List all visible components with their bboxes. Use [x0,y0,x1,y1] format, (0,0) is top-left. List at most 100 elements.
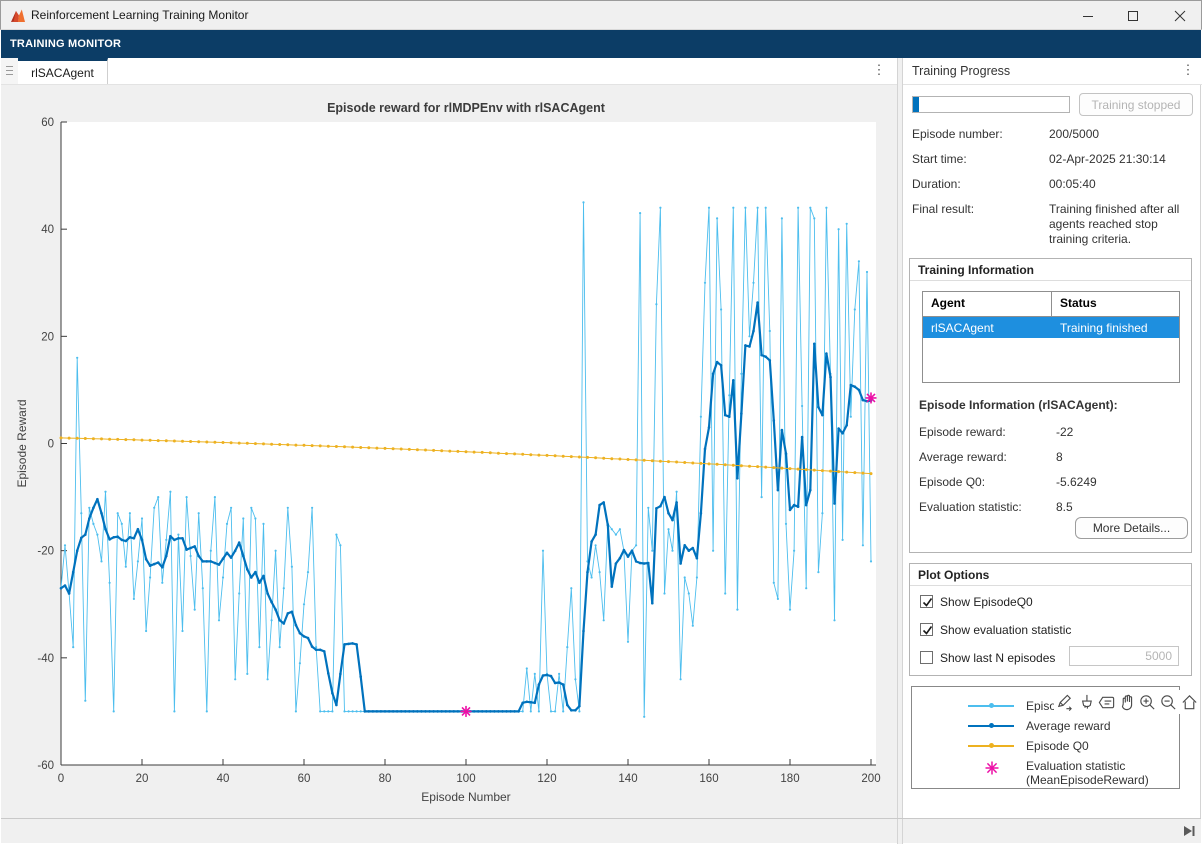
svg-text:-20: -20 [37,546,54,558]
checkbox-label: Show EpisodeQ0 [940,595,1033,609]
svg-text:-40: -40 [37,653,54,665]
training-stopped-button[interactable]: Training stopped [1079,93,1193,116]
column-header-status: Status [1052,292,1179,316]
tab-bar-menu-icon[interactable]: ⋮ [872,65,886,75]
legend-item-evaluation-statistic[interactable]: Evaluation statistic (MeanEpisodeReward) [912,757,1179,787]
legend-marker-dot [989,703,994,708]
export-plot-icon[interactable] [1054,692,1075,713]
field-label: Episode number: [912,127,1003,141]
zoom-in-icon[interactable] [1137,692,1158,713]
datatip-icon[interactable] [1096,692,1117,713]
svg-text:40: 40 [41,224,54,236]
cell-agent: rlSACAgent [923,317,1052,338]
table-row[interactable]: rlSACAgent Training finished [923,317,1179,338]
field-value: 02-Apr-2025 21:30:14 [1049,152,1195,167]
more-details-button[interactable]: More Details... [1075,517,1188,539]
legend-marker-dot [989,723,994,728]
maximize-button[interactable] [1110,1,1155,30]
svg-text:0: 0 [58,773,64,785]
panel-menu-icon[interactable]: ⋮ [1181,65,1195,75]
skip-to-end-icon[interactable] [1181,823,1199,839]
legend-label: Episode Q0 [1026,739,1089,753]
episode-field-value: -22 [1056,425,1202,440]
legend-item-episode-q0[interactable]: Episode Q0 [912,737,1179,755]
svg-text:20: 20 [41,331,54,343]
legend-item-average-reward[interactable]: Average reward [912,717,1179,735]
matlab-logo-icon [10,8,26,24]
asterisk-marker-icon [984,760,1000,776]
more-details-label: More Details... [1093,521,1170,535]
window-title: Reinforcement Learning Training Monitor [31,8,248,22]
svg-text:40: 40 [217,773,230,785]
field-label: Start time: [912,152,967,166]
ribbon-bar: TRAINING MONITOR [1,30,1201,58]
stop-button-label: Training stopped [1092,98,1181,112]
svg-text:0: 0 [48,439,54,451]
checkbox-label: Show last N episodes [940,651,1055,665]
pan-icon[interactable] [1117,692,1138,713]
svg-text:80: 80 [379,773,392,785]
tab-grip-icon[interactable] [1,58,19,84]
svg-text:Episode Reward: Episode Reward [15,399,29,487]
status-bar [1,818,1201,843]
svg-text:160: 160 [699,773,718,785]
svg-text:Episode Number: Episode Number [421,790,510,804]
legend-label-line2: (MeanEpisodeReward) [1026,773,1149,787]
training-chart: -60-40-200204060020406080100120140160180… [1,85,897,818]
window-titlebar: Reinforcement Learning Training Monitor [0,0,1202,30]
episode-field-label: Episode reward: [919,425,1006,439]
training-information-section: Training Information Agent Status rlSACA… [909,258,1192,553]
legend-panel: Episode reward Average reward Episode Q0 [903,686,1201,803]
section-title: Plot Options [910,564,1191,586]
checkbox-show-episodeq0[interactable]: Show EpisodeQ0 [920,594,1033,609]
svg-text:60: 60 [298,773,311,785]
panel-title: Training Progress [912,64,1010,78]
cell-status: Training finished [1052,317,1179,338]
svg-text:Episode reward for rlMDPEnv wi: Episode reward for rlMDPEnv with rlSACAg… [327,101,606,115]
legend-label-line1: Evaluation statistic [1026,759,1125,773]
last-n-episodes-input[interactable] [1069,646,1179,666]
document-tab-bar: rlSACAgent ⋮ [1,58,897,85]
figure-pane: -60-40-200204060020406080100120140160180… [1,85,897,818]
column-header-agent: Agent [923,292,1052,316]
field-label: Duration: [912,177,961,191]
status-bar-divider [897,819,903,844]
checkbox-label: Show evaluation statistic [940,623,1071,637]
progress-fill [913,97,919,112]
tab-rlsacagent[interactable]: rlSACAgent [18,58,108,84]
training-progress-panel: Training stopped Episode number: 200/500… [903,85,1201,818]
svg-text:-60: -60 [37,760,54,772]
field-value: 200/5000 [1049,127,1195,142]
checkbox-box[interactable] [920,595,933,608]
agents-table: Agent Status rlSACAgent Training finishe… [922,291,1180,383]
table-header-row: Agent Status [923,292,1179,317]
episode-field-label: Evaluation statistic: [919,500,1022,514]
field-value: 00:05:40 [1049,177,1195,192]
close-button[interactable] [1157,1,1202,30]
episode-field-label: Average reward: [919,450,1007,464]
svg-text:20: 20 [136,773,149,785]
brush-icon[interactable] [1075,692,1096,713]
checkbox-box[interactable] [920,623,933,636]
axes-toolbar [1054,690,1200,714]
ribbon-tab-training-monitor[interactable]: TRAINING MONITOR [10,38,121,50]
svg-text:140: 140 [618,773,637,785]
section-title: Training Information [910,259,1191,281]
checkbox-box[interactable] [920,651,933,664]
episode-field-value: 8.5 [1056,500,1202,515]
tab-label: rlSACAgent [31,66,94,80]
episode-field-label: Episode Q0: [919,475,985,489]
episode-field-value: 8 [1056,450,1202,465]
checkbox-show-last-n-episodes[interactable]: Show last N episodes [920,650,1055,665]
svg-text:100: 100 [456,773,475,785]
svg-text:200: 200 [861,773,880,785]
minimize-button[interactable] [1065,1,1110,30]
legend-marker-dot [989,743,994,748]
checkbox-show-evaluation-statistic[interactable]: Show evaluation statistic [920,622,1071,637]
legend-label: Average reward [1026,719,1111,733]
field-label: Final result: [912,202,974,216]
zoom-out-icon[interactable] [1158,692,1179,713]
training-progress-header: Training Progress ⋮ [903,58,1202,85]
training-progress-bar [912,96,1070,113]
home-icon[interactable] [1179,692,1200,713]
